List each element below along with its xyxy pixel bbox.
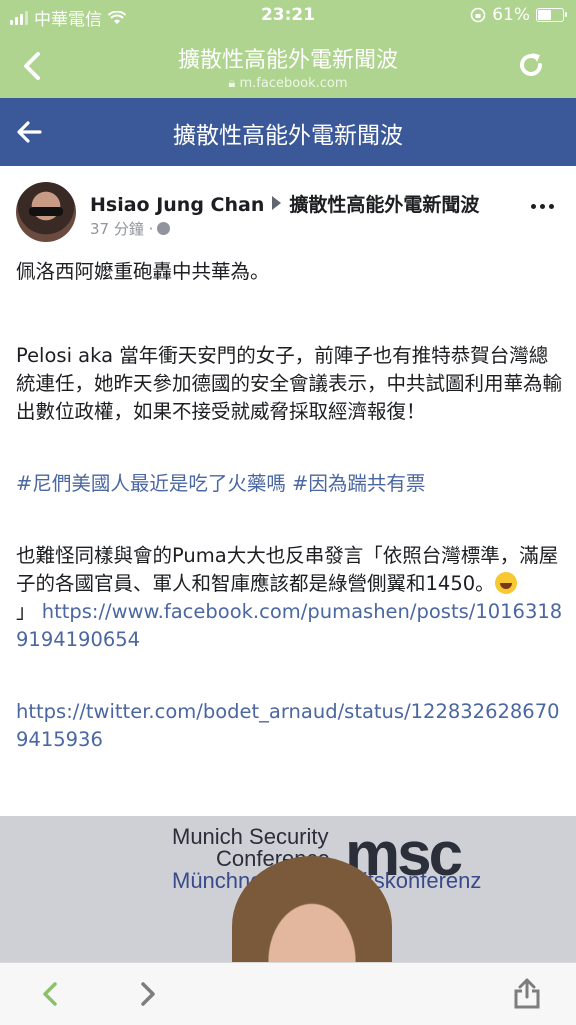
browser-toolbar xyxy=(0,962,576,1025)
hashtag-link[interactable]: #因為踹共有票 xyxy=(292,472,425,495)
battery-percent: 61% xyxy=(492,5,530,25)
chevron-right-icon[interactable] xyxy=(132,979,162,1009)
twitter-link[interactable]: https://twitter.com/bodet_arnaud/status/… xyxy=(16,698,564,754)
status-bar: 中華電信 23:21 61% xyxy=(0,0,576,32)
author-line: Hsiao Jung Chan 擴散性高能外電新聞波 xyxy=(90,190,479,217)
browser-url[interactable]: 🔒︎ m.facebook.com xyxy=(0,76,576,91)
battery-icon xyxy=(536,8,567,22)
facebook-header: 擴散性高能外電新聞波 xyxy=(0,98,576,166)
url-text: m.facebook.com xyxy=(239,76,348,91)
post-paragraph-4: 也難怪同樣與會的Puma大大也反串發言「依照台灣標準，滿屋子的各國官員、軍人和智… xyxy=(16,544,563,651)
facebook-link[interactable]: https://www.facebook.com/pumashen/posts/… xyxy=(16,600,562,651)
group-name[interactable]: 擴散性高能外電新聞波 xyxy=(289,194,479,216)
lock-icon: 🔒︎ xyxy=(228,76,236,91)
reload-icon[interactable] xyxy=(516,50,546,80)
battery-group: 61% xyxy=(470,5,567,25)
post-body: 佩洛西阿嬤重砲轟中共華為。 Pelosi aka 當年衝天安門的女子，前陣子也有… xyxy=(16,258,564,754)
post-time[interactable]: 37 分鐘 · xyxy=(90,218,153,239)
triangle-right-icon xyxy=(272,196,282,210)
post-photo[interactable]: Munich Security Conference Münchner Sich… xyxy=(0,816,576,962)
hashtag-line: #尼們美國人最近是吃了火藥嗎 #因為踹共有票 xyxy=(16,470,564,498)
browser-top-bar: 中華電信 23:21 61% 擴散性高能外電新聞波 🔒︎ m.facebook.… xyxy=(0,0,576,98)
hashtag-link[interactable]: #尼們美國人最近是吃了火藥嗎 xyxy=(16,472,286,495)
post-line-1: 佩洛西阿嬤重砲轟中共華為。 xyxy=(16,260,270,283)
author-name[interactable]: Hsiao Jung Chan xyxy=(90,194,264,216)
post-meta: 37 分鐘 · xyxy=(90,218,171,239)
author-avatar[interactable] xyxy=(16,182,76,242)
laughing-emoji-icon xyxy=(494,572,517,594)
globe-icon xyxy=(157,222,171,235)
share-icon[interactable] xyxy=(512,977,542,1009)
more-options-icon[interactable] xyxy=(531,204,554,209)
post-paragraph-2: Pelosi aka 當年衝天安門的女子，前陣子也有推特恭賀台灣總統連任，她昨天… xyxy=(16,344,563,423)
browser-page-title: 擴散性高能外電新聞波 xyxy=(177,48,398,73)
group-title: 擴散性高能外電新聞波 xyxy=(173,123,403,149)
chevron-left-icon[interactable] xyxy=(36,979,66,1009)
rotation-lock-icon xyxy=(470,7,486,23)
